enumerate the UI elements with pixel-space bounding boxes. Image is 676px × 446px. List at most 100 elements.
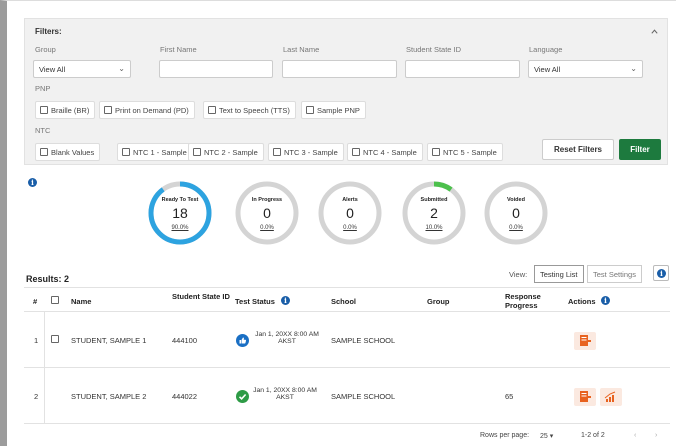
checkbox-icon: [273, 148, 281, 156]
col-header-actions: Actions: [568, 297, 596, 306]
col-header-number: #: [33, 297, 38, 306]
first-name-input[interactable]: [159, 60, 273, 78]
student-state-id: 444022: [172, 392, 198, 401]
student-name[interactable]: STUDENT, SAMPLE 2: [71, 392, 146, 401]
col-header-school[interactable]: School: [331, 297, 356, 306]
status-card-percent[interactable]: 0.0%: [233, 225, 301, 231]
col-header-student-state-id[interactable]: Student State ID: [172, 292, 232, 301]
ntc-option-3[interactable]: NTC 3 - Sample: [268, 143, 344, 161]
status-card-count: 0: [512, 205, 520, 221]
status-card-label: In Progress: [251, 197, 283, 203]
status-card-submitted[interactable]: Submitted 2 10.0%: [400, 179, 468, 247]
rows-per-page-select[interactable]: 25 ▾: [540, 432, 553, 440]
col-header-response-progress[interactable]: Response Progress: [505, 292, 555, 310]
info-icon[interactable]: i: [601, 296, 610, 305]
divider: [24, 423, 670, 424]
pnp-option-sample[interactable]: Sample PNP: [301, 101, 366, 119]
row-number: 2: [34, 392, 39, 401]
pnp-option-braille[interactable]: Braille (BR): [35, 101, 96, 119]
status-card-count: 2: [430, 205, 438, 221]
ntc-label: NTC: [35, 126, 51, 135]
view-report-button[interactable]: [574, 388, 596, 406]
school-name: SAMPLE SCHOOL: [331, 336, 396, 345]
student-state-id-input[interactable]: [405, 60, 520, 78]
view-label: View:: [509, 270, 528, 279]
ntc-option-4[interactable]: NTC 4 - Sample: [347, 143, 423, 161]
filters-title: Filters:: [35, 27, 62, 36]
status-card-label: Voided: [507, 197, 525, 203]
status-card-alerts[interactable]: Alerts 0 0.0%: [316, 179, 384, 247]
filters-panel: Filters: Group View All ⌄ First Name Las…: [24, 18, 668, 165]
status-card-label: Submitted: [420, 197, 448, 203]
chevron-up-icon[interactable]: [650, 27, 659, 38]
divider: [24, 311, 670, 312]
checkbox-icon: [40, 106, 48, 114]
status-card-percent[interactable]: 10.0%: [400, 225, 468, 231]
test-status-text: Jan 1, 20XX 8:00 AM AKST: [255, 331, 319, 345]
select-all-checkbox[interactable]: [51, 296, 59, 304]
status-card-voided[interactable]: Voided 0 0.0%: [482, 179, 550, 247]
score-chart-button[interactable]: [600, 388, 622, 406]
info-icon: i: [657, 269, 666, 278]
group-select[interactable]: View All ⌄: [33, 60, 131, 78]
divider: [44, 311, 45, 423]
report-icon: [580, 391, 591, 402]
checkbox-icon: [432, 148, 440, 156]
rows-per-page-label: Rows per page:: [480, 432, 530, 439]
test-status-text: Jan 1, 20XX 8:00 AM AKST: [253, 387, 317, 401]
checkbox-icon: [104, 106, 112, 114]
status-card-count: 0: [346, 205, 354, 221]
language-label: Language: [529, 45, 563, 54]
row-checkbox[interactable]: [51, 335, 59, 343]
ntc-option-blank[interactable]: Blank Values: [35, 143, 101, 161]
checkbox-icon: [352, 148, 360, 156]
next-page-icon[interactable]: ›: [655, 432, 657, 439]
divider: [24, 287, 670, 288]
school-name: SAMPLE SCHOOL: [331, 392, 396, 401]
status-card-count: 18: [172, 205, 188, 221]
reset-filters-button[interactable]: Reset Filters: [542, 139, 614, 160]
caret-down-icon: ▾: [549, 433, 554, 440]
ntc-option-5[interactable]: NTC 5 - Sample: [427, 143, 503, 161]
view-testing-list-button[interactable]: Testing List: [534, 265, 584, 283]
info-icon[interactable]: i: [281, 296, 290, 305]
group-select-value: View All: [39, 65, 66, 74]
divider: [24, 367, 670, 368]
checkbox-icon: [306, 106, 314, 114]
group-label: Group: [35, 45, 56, 54]
student-name[interactable]: STUDENT, SAMPLE 1: [71, 336, 146, 345]
student-state-id-label: Student State ID: [406, 45, 462, 54]
pnp-option-tts[interactable]: Text to Speech (TTS): [203, 101, 296, 119]
col-header-group[interactable]: Group: [427, 297, 450, 306]
view-test-settings-button[interactable]: Test Settings: [587, 265, 642, 283]
ntc-option-2[interactable]: NTC 2 - Sample: [188, 143, 264, 161]
info-icon[interactable]: i: [28, 178, 37, 187]
checkbox-icon: [40, 148, 48, 156]
col-header-name[interactable]: Name: [71, 297, 91, 306]
last-name-input[interactable]: [282, 60, 397, 78]
pnp-label: PNP: [35, 84, 51, 93]
language-select-value: View All: [534, 65, 561, 74]
info-button[interactable]: i: [653, 265, 669, 281]
checkbox-icon: [193, 148, 201, 156]
pnp-option-print-on-demand[interactable]: Print on Demand (PD): [99, 101, 195, 119]
status-card-in-progress[interactable]: In Progress 0 0.0%: [233, 179, 301, 247]
pagination-range: 1-2 of 2: [581, 432, 605, 439]
thumbs-up-icon: [236, 334, 249, 347]
prev-page-icon[interactable]: ‹: [634, 432, 636, 439]
ntc-option-1[interactable]: NTC 1 - Sample: [117, 143, 193, 161]
check-circle-icon: [236, 390, 249, 403]
student-state-id: 444100: [172, 336, 198, 345]
language-select[interactable]: View All ⌄: [528, 60, 643, 78]
status-card-percent[interactable]: 90.0%: [146, 225, 214, 231]
status-card-percent[interactable]: 0.0%: [482, 225, 550, 231]
view-report-button[interactable]: [574, 332, 596, 350]
results-title: Results: 2: [26, 274, 70, 284]
report-icon: [580, 335, 591, 346]
status-card-percent[interactable]: 0.0%: [316, 225, 384, 231]
col-header-test-status[interactable]: Test Status: [235, 297, 275, 306]
status-card-count: 0: [263, 205, 271, 221]
filter-button[interactable]: Filter: [619, 139, 661, 160]
bar-chart-icon: [604, 391, 616, 402]
status-card-ready-to-test[interactable]: Ready To Test 18 90.0%: [146, 179, 214, 247]
